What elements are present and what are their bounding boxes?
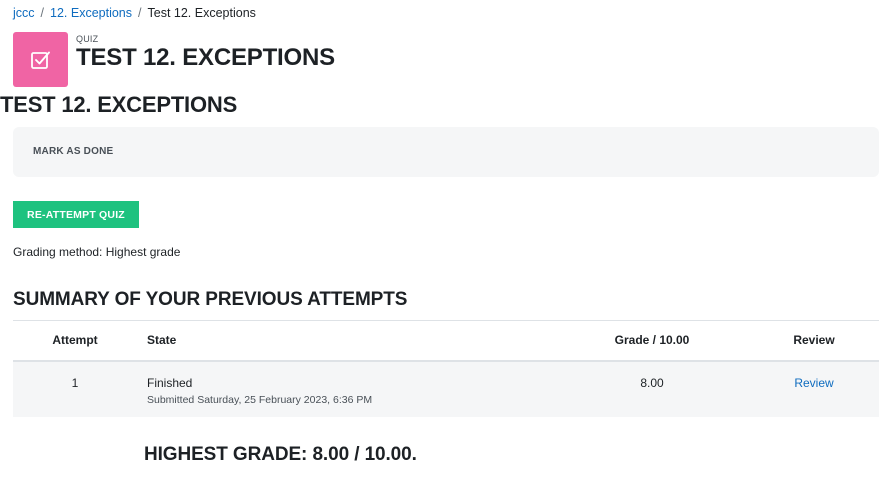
quiz-checkbox-icon bbox=[13, 32, 68, 87]
attempt-state: Finished bbox=[147, 375, 193, 390]
attempt-number: 1 bbox=[13, 360, 137, 417]
grading-method-text: Grading method: Highest grade bbox=[13, 245, 181, 259]
activity-completion-panel: MARK AS DONE bbox=[13, 127, 879, 177]
attempt-review-cell: Review bbox=[749, 360, 879, 417]
column-header-attempt: Attempt bbox=[13, 320, 137, 362]
breadcrumb-current: Test 12. Exceptions bbox=[147, 6, 256, 20]
table-row: 1 Finished Submitted Saturday, 25 Februa… bbox=[13, 360, 879, 417]
attempt-grade: 8.00 bbox=[555, 360, 749, 417]
page-title: TEST 12. EXCEPTIONS bbox=[76, 44, 335, 71]
attempts-table: Attempt State Grade / 10.00 Review 1 Fin… bbox=[13, 320, 879, 417]
column-header-grade: Grade / 10.00 bbox=[555, 320, 749, 362]
activity-title: TEST 12. EXCEPTIONS bbox=[0, 92, 238, 117]
column-header-review: Review bbox=[749, 320, 879, 362]
summary-heading: SUMMARY OF YOUR PREVIOUS ATTEMPTS bbox=[13, 289, 408, 310]
reattempt-quiz-button[interactable]: RE-ATTEMPT QUIZ bbox=[13, 201, 139, 228]
attempt-state-cell: Finished Submitted Saturday, 25 February… bbox=[137, 360, 555, 417]
activity-type-label: QUIZ bbox=[76, 34, 99, 44]
review-link[interactable]: Review bbox=[794, 376, 833, 390]
breadcrumb-separator: / bbox=[138, 6, 142, 20]
breadcrumb: jccc / 12. Exceptions / Test 12. Excepti… bbox=[13, 6, 256, 20]
breadcrumb-link-section[interactable]: 12. Exceptions bbox=[50, 6, 132, 20]
column-header-state: State bbox=[137, 320, 555, 362]
mark-as-done-button[interactable]: MARK AS DONE bbox=[33, 146, 113, 157]
breadcrumb-separator: / bbox=[40, 6, 45, 20]
breadcrumb-link-course[interactable]: jccc bbox=[13, 6, 35, 20]
table-header-row: Attempt State Grade / 10.00 Review bbox=[13, 320, 879, 362]
attempt-submitted-date: Submitted Saturday, 25 February 2023, 6:… bbox=[147, 393, 373, 406]
highest-grade-heading: HIGHEST GRADE: 8.00 / 10.00. bbox=[144, 444, 417, 465]
